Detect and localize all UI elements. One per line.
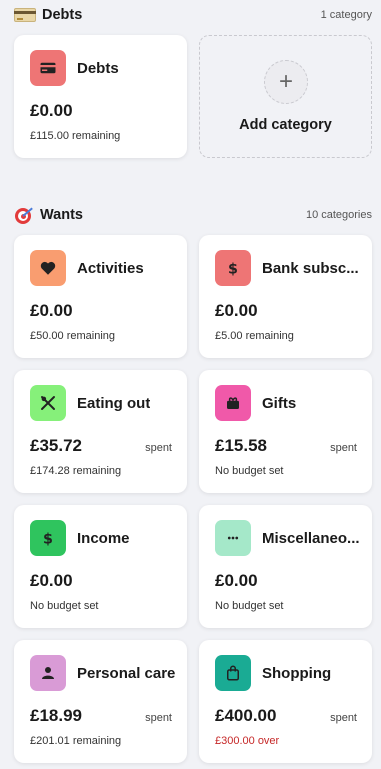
card-remaining: £50.00 remaining xyxy=(30,330,116,342)
card-amount: £0.00 xyxy=(215,571,258,590)
category-card-personal-care[interactable]: Personal care £18.99 spent £201.01 remai… xyxy=(14,640,187,763)
card-header: Activities xyxy=(30,250,177,286)
ellipsis-icon xyxy=(215,520,251,556)
card-name: Bank subsc... xyxy=(262,259,359,277)
svg-text:$: $ xyxy=(228,261,238,277)
debts-title-text: Debts xyxy=(42,7,83,23)
card-amount: £35.72 xyxy=(30,436,82,455)
card-header: Personal care xyxy=(30,655,177,691)
card-budget-status: No budget set xyxy=(30,600,99,612)
debts-section-title: Debts xyxy=(14,7,82,23)
card-name: Income xyxy=(77,529,130,547)
category-card-gifts[interactable]: Gifts £15.58 spent No budget set xyxy=(199,370,372,493)
card-name: Personal care xyxy=(77,664,176,682)
category-card-bank-subscriptions[interactable]: $ Bank subsc... £0.00 £5.00 remaining xyxy=(199,235,372,358)
wants-count: 10 categories xyxy=(305,209,372,221)
card-budget-status: No budget set xyxy=(215,465,284,477)
card-amount: £0.00 xyxy=(30,101,73,120)
card-header: $ Income xyxy=(30,520,177,556)
card-name: Miscellaneo... xyxy=(262,529,360,547)
dart-emoji-icon xyxy=(14,205,34,225)
card-amount: £15.58 xyxy=(215,436,267,455)
card-name: Eating out xyxy=(77,394,151,412)
card-budget-status: No budget set xyxy=(215,600,284,612)
card-spent-label: spent xyxy=(330,712,357,724)
card-header: Eating out xyxy=(30,385,177,421)
shopping-bag-icon xyxy=(215,655,251,691)
card-name: Shopping xyxy=(262,664,332,682)
plus-icon: + xyxy=(264,60,308,104)
dollar-icon: $ xyxy=(30,520,66,556)
card-remaining: £174.28 remaining xyxy=(30,465,122,477)
card-header: Debts xyxy=(30,50,177,86)
category-card-miscellaneous[interactable]: Miscellaneo... £0.00 No budget set xyxy=(199,505,372,628)
card-name: Gifts xyxy=(262,394,297,412)
wants-section-header: Wants 10 categories xyxy=(14,204,372,226)
card-header: Miscellaneo... xyxy=(215,520,362,556)
card-remaining: £5.00 remaining xyxy=(215,330,294,342)
add-category-button[interactable]: + Add category xyxy=(199,35,372,158)
card-header: Shopping xyxy=(215,655,362,691)
category-card-income[interactable]: $ Income £0.00 No budget set xyxy=(14,505,187,628)
cutlery-icon xyxy=(30,385,66,421)
category-card-eating-out[interactable]: Eating out £35.72 spent £174.28 remainin… xyxy=(14,370,187,493)
credit-card-emoji-icon xyxy=(14,8,36,22)
card-remaining: £201.01 remaining xyxy=(30,735,122,747)
card-remaining: £115.00 remaining xyxy=(30,130,121,142)
wants-title-text: Wants xyxy=(40,207,83,223)
card-header: $ Bank subsc... xyxy=(215,250,362,286)
card-name: Activities xyxy=(77,259,144,277)
card-amount: £400.00 xyxy=(215,706,277,725)
card-spent-label: spent xyxy=(145,442,172,454)
category-card-activities[interactable]: Activities £0.00 £50.00 remaining xyxy=(14,235,187,358)
card-over-budget: £300.00 over xyxy=(215,735,280,747)
wants-section-title: Wants xyxy=(14,205,83,225)
add-category-label: Add category xyxy=(239,117,332,133)
svg-text:$: $ xyxy=(43,531,53,547)
gift-icon xyxy=(215,385,251,421)
credit-card-icon xyxy=(30,50,66,86)
card-header: Gifts xyxy=(215,385,362,421)
heart-icon xyxy=(30,250,66,286)
person-icon xyxy=(30,655,66,691)
debts-section-header: Debts 1 category xyxy=(14,5,372,25)
category-card-debts[interactable]: Debts £0.00 £115.00 remaining xyxy=(14,35,187,158)
card-spent-label: spent xyxy=(330,442,357,454)
card-amount: £0.00 xyxy=(215,301,258,320)
card-spent-label: spent xyxy=(145,712,172,724)
debts-count: 1 category xyxy=(320,9,372,21)
budget-page: Debts 1 category Debts £0.00 £115.00 rem… xyxy=(0,0,381,769)
category-card-shopping[interactable]: Shopping £400.00 spent £300.00 over xyxy=(199,640,372,763)
card-amount: £0.00 xyxy=(30,571,73,590)
dollar-icon: $ xyxy=(215,250,251,286)
card-amount: £18.99 xyxy=(30,706,82,725)
card-amount: £0.00 xyxy=(30,301,73,320)
card-name: Debts xyxy=(77,59,119,77)
